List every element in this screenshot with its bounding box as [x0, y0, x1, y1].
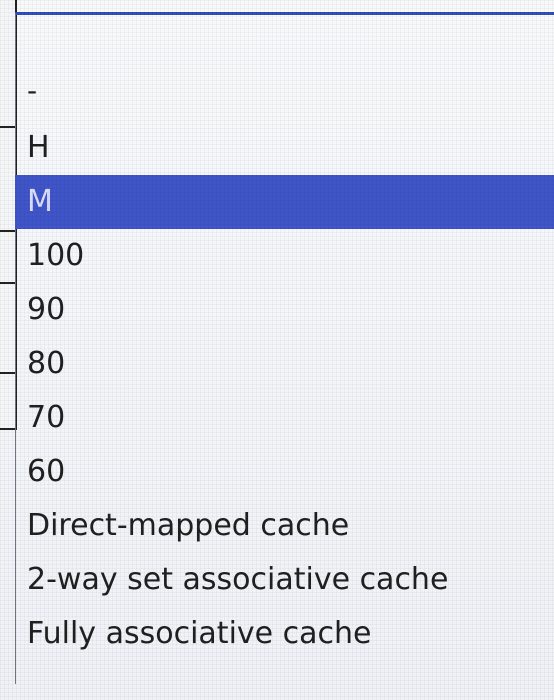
excel-dropdown-screen: - H M 100 90 80 70 60 Direct-mapped cach… — [0, 0, 554, 700]
dropdown-option-m-selected[interactable]: M — [15, 175, 554, 229]
dropdown-option-fully-associative-cache[interactable]: Fully associative cache — [15, 607, 554, 661]
dropdown-option-direct-mapped-cache[interactable]: Direct-mapped cache — [15, 499, 554, 553]
row-divider — [0, 282, 15, 284]
dropdown-option-60[interactable]: 60 — [15, 445, 554, 499]
dropdown-option-h[interactable]: H — [15, 121, 554, 175]
dropdown-option-90[interactable]: 90 — [15, 283, 554, 337]
row-divider — [0, 126, 15, 128]
dropdown-option-70[interactable]: 70 — [15, 391, 554, 445]
row-divider — [0, 428, 15, 430]
dropdown-option-dash[interactable]: - — [15, 67, 554, 121]
row-divider — [0, 230, 15, 232]
dropdown-option-2-way-set-associative-cache[interactable]: 2-way set associative cache — [15, 553, 554, 607]
dropdown-option-80[interactable]: 80 — [15, 337, 554, 391]
row-divider — [0, 372, 15, 374]
dropdown-option-100[interactable]: 100 — [15, 229, 554, 283]
